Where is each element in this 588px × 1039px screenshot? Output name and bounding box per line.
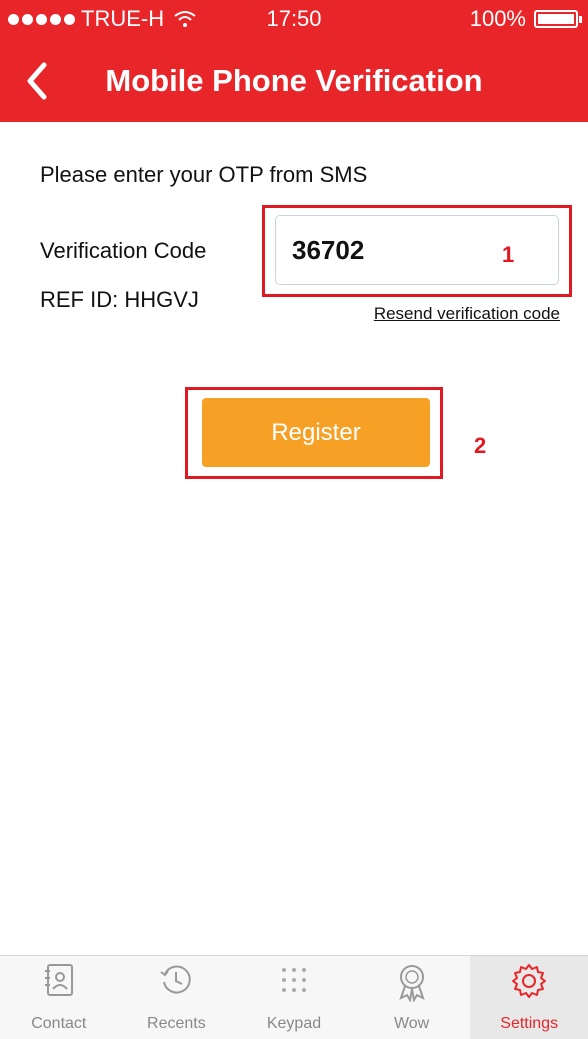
tab-keypad[interactable]: Keypad	[235, 956, 353, 1039]
gear-icon	[512, 964, 547, 998]
annotation-box-2	[185, 387, 443, 479]
tab-contact[interactable]: Contact	[0, 956, 118, 1039]
clock-history-icon	[160, 965, 192, 994]
resend-code-link[interactable]: Resend verification code	[330, 304, 560, 324]
page-title: Mobile Phone Verification	[105, 63, 483, 98]
contact-card-icon	[44, 964, 73, 996]
ref-id-text: REF ID: HHGVJ	[40, 287, 199, 312]
battery-icon	[534, 10, 582, 28]
annotation-step-2: 2	[474, 433, 487, 458]
tab-label: Keypad	[266, 1015, 322, 1032]
battery-percent: 100%	[469, 6, 526, 31]
tab-settings[interactable]: Settings	[470, 956, 588, 1039]
tab-bar: Contact Recents Keypad Wow Settings	[0, 955, 588, 1039]
status-bar: TRUE-H 17:50 100%	[0, 0, 588, 40]
nav-bar: Mobile Phone Verification	[0, 45, 588, 117]
annotation-step-1: 1	[502, 242, 515, 267]
keypad-dots-icon	[281, 968, 306, 992]
tab-wow[interactable]: Wow	[353, 956, 471, 1039]
tab-label: Wow	[393, 1015, 430, 1032]
tab-label: Settings	[500, 1015, 559, 1032]
annotation-box-1	[262, 205, 572, 297]
tab-recents[interactable]: Recents	[118, 956, 236, 1039]
app-header: TRUE-H 17:50 100% Mobile Phone Verificat…	[0, 0, 588, 122]
battery-group: 100%	[469, 6, 582, 32]
otp-prompt: Please enter your OTP from SMS	[40, 162, 368, 187]
wow-badge-icon	[398, 965, 425, 1002]
tab-label: Contact	[31, 1015, 87, 1032]
tab-label: Recents	[147, 1015, 206, 1032]
verification-code-label: Verification Code	[40, 238, 207, 263]
